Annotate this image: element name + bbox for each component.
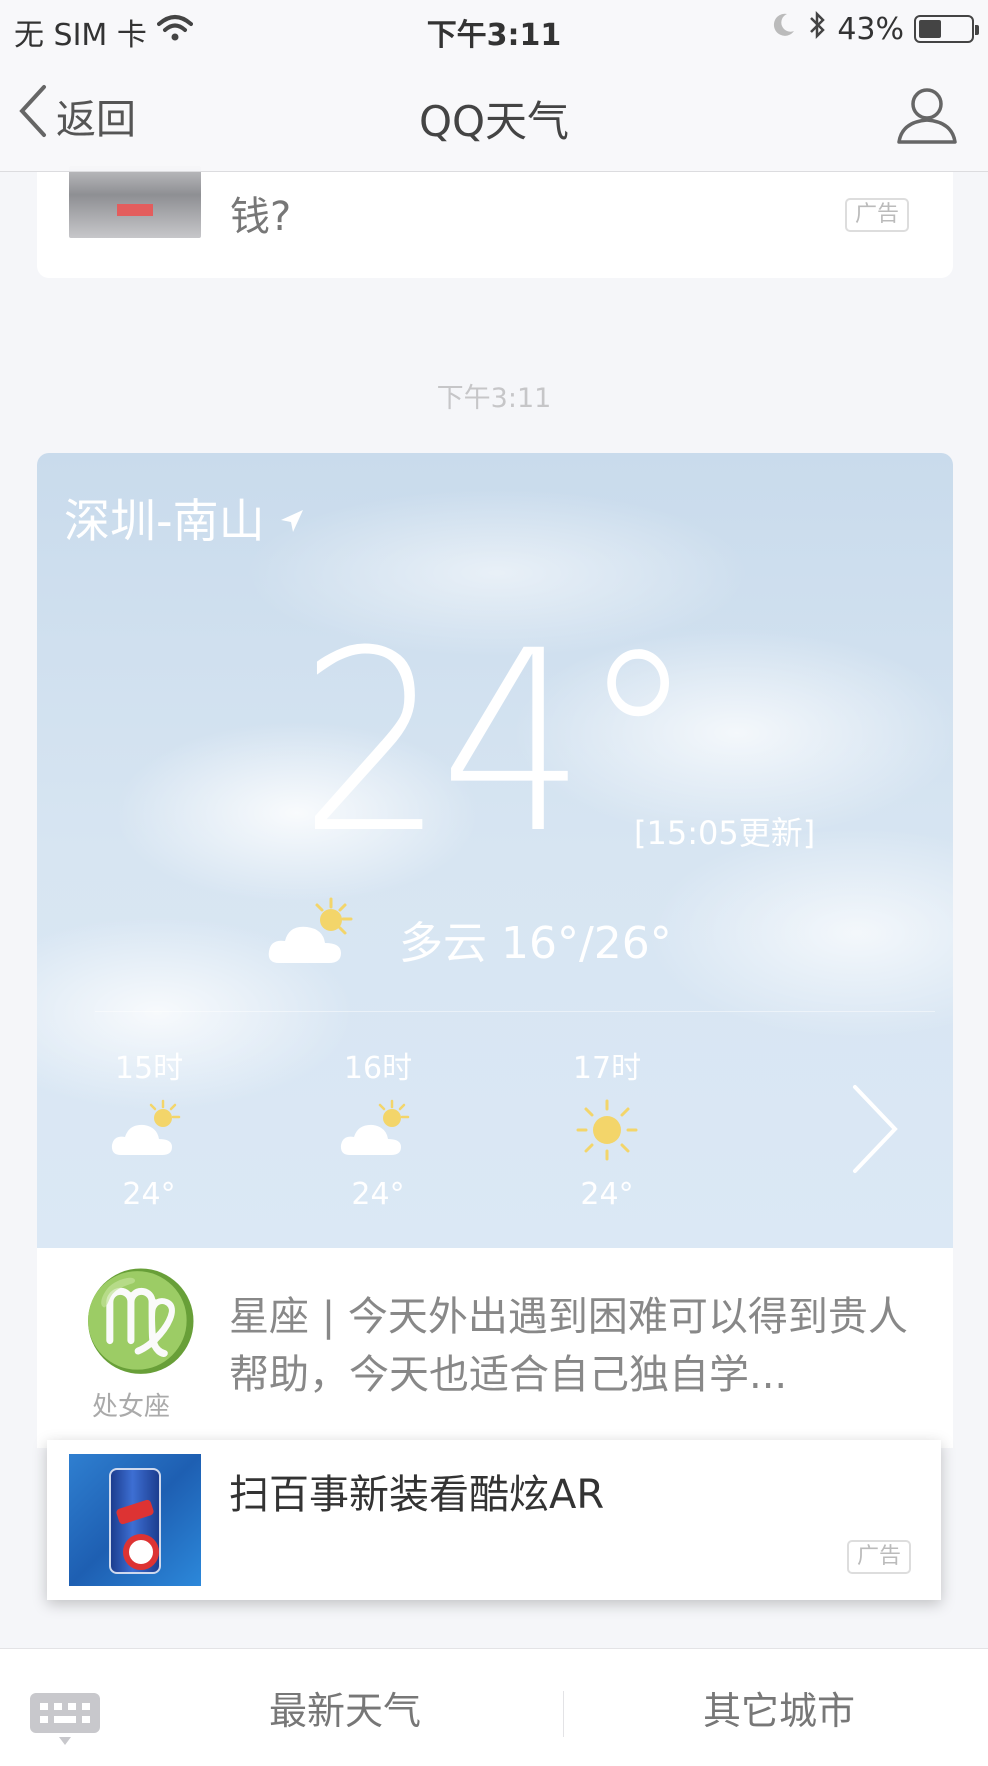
- keyboard-toggle-button[interactable]: [28, 1691, 102, 1747]
- page-title: QQ天气: [418, 97, 570, 146]
- bottom-tab-bar: 最新天气 其它城市: [0, 1648, 988, 1766]
- virgo-icon: ♍: [81, 1264, 201, 1377]
- partly-cloudy-icon: [265, 893, 361, 973]
- partly-cloudy-icon: [338, 1097, 418, 1163]
- update-time: [15:05更新]: [634, 814, 816, 852]
- tab-other-cities[interactable]: 其它城市: [664, 1681, 894, 1741]
- hour-temp: 24°: [351, 1177, 405, 1212]
- navigation-bar: 返回 QQ天气: [0, 58, 988, 172]
- hour-label: 16时: [343, 1051, 413, 1086]
- condition-row: 多云 16°/26°: [37, 893, 953, 973]
- weather-condition: 多云 16°/26°: [399, 918, 672, 969]
- tab-latest-weather[interactable]: 最新天气: [230, 1681, 460, 1741]
- battery-level: [919, 20, 941, 38]
- bluetooth-icon: [807, 10, 827, 48]
- status-bar: 无 SIM 卡 下午3:11 43%: [0, 0, 988, 58]
- more-forecast-button[interactable]: [845, 1081, 905, 1177]
- location-label: 深圳-南山: [64, 494, 265, 548]
- horoscope-card[interactable]: ♍ 处女座 星座 | 今天外出遇到困难可以得到贵人帮助，今天也适合自己独自学..…: [37, 1248, 953, 1448]
- pepsi-ad-card[interactable]: 扫百事新装看酷炫AR 广告: [47, 1440, 941, 1600]
- hourly-item-16: 16时 24°: [318, 1043, 438, 1212]
- ad-badge: 广告: [844, 198, 909, 232]
- moon-icon: [771, 11, 797, 47]
- tab-divider: [563, 1691, 564, 1737]
- ad-title: 扫百事新装看酷炫AR: [229, 1472, 605, 1518]
- chevron-right-icon: [853, 1085, 898, 1173]
- previous-ad-text: 钱?: [230, 194, 292, 240]
- profile-button[interactable]: [894, 82, 960, 148]
- battery-percent: 43%: [837, 11, 904, 47]
- location-arrow-icon: [279, 491, 305, 545]
- person-icon: [897, 88, 957, 144]
- current-temperature: 24°: [299, 597, 696, 888]
- qq-weather-chat-screen: 无 SIM 卡 下午3:11 43% 返回 QQ天气 钱? 广告 下午3:11 …: [0, 0, 988, 1766]
- hourly-item-15: 15时 24°: [89, 1043, 209, 1212]
- weather-card[interactable]: 深圳-南山 24° [15:05更新] 多云 16°/26° 15时 24° 1…: [37, 453, 953, 1248]
- hour-temp: 24°: [122, 1177, 176, 1212]
- location: 深圳-南山: [64, 485, 305, 551]
- divider: [95, 1011, 935, 1012]
- hour-temp: 24°: [580, 1177, 634, 1212]
- ad-badge: 广告: [846, 1540, 911, 1574]
- message-timestamp: 下午3:11: [436, 383, 552, 414]
- hour-label: 17时: [572, 1051, 642, 1086]
- horoscope-text: 星座 | 今天外出遇到困难可以得到贵人帮助，今天也适合自己独自学...: [229, 1294, 908, 1398]
- partly-cloudy-icon: [109, 1097, 189, 1163]
- horoscope-sign: 处女座: [92, 1392, 171, 1422]
- keyboard-icon: [30, 1693, 100, 1745]
- battery-icon: [914, 15, 979, 43]
- hour-label: 15时: [114, 1051, 184, 1086]
- pepsi-can-image: [69, 1454, 201, 1586]
- status-right: 43%: [771, 10, 979, 48]
- hourly-item-17: 17时 24°: [547, 1043, 667, 1212]
- sunny-icon: [567, 1097, 647, 1163]
- car-thumbnail: [69, 166, 201, 238]
